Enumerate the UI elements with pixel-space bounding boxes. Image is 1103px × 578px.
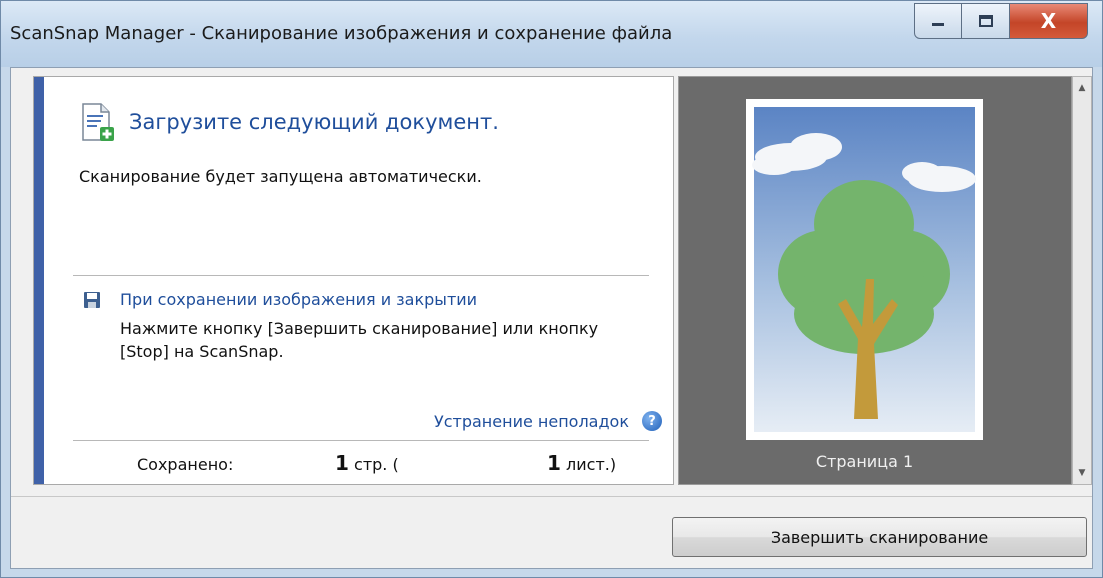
preview-scrollbar[interactable]: ▲ ▼ <box>1072 76 1092 485</box>
status-panel: Загрузите следующий документ. Сканирован… <box>33 76 674 485</box>
scansnap-window: ScanSnap Manager - Сканирование изображе… <box>0 0 1103 578</box>
minimize-button[interactable] <box>914 3 962 39</box>
page-number-label: Страница 1 <box>815 452 914 471</box>
status-message: Сканирование будет запущена автоматическ… <box>79 167 482 186</box>
save-close-heading: При сохранении изображения и закрытии <box>120 290 478 309</box>
maximize-button[interactable] <box>962 3 1010 39</box>
floppy-disk-icon <box>84 292 100 308</box>
window-title: ScanSnap Manager - Сканирование изображе… <box>10 23 673 44</box>
accent-bar <box>34 77 44 484</box>
close-button[interactable]: X <box>1010 3 1088 39</box>
button-bar-divider <box>11 496 1092 497</box>
help-icon[interactable]: ? <box>642 411 662 431</box>
title-bar[interactable]: ScanSnap Manager - Сканирование изображе… <box>1 1 1102 67</box>
troubleshooting-link[interactable]: Устранение неполадок <box>434 412 629 431</box>
sheets-unit: лист.) <box>566 455 617 474</box>
section-divider <box>73 275 649 276</box>
saved-sheets-count: 1 лист.) <box>547 451 616 475</box>
document-add-icon <box>82 103 114 141</box>
page-thumbnail[interactable] <box>746 99 983 440</box>
pages-unit: стр. ( <box>354 455 399 474</box>
summary-divider <box>73 440 649 441</box>
maximize-icon <box>978 15 993 27</box>
scanned-tree-image <box>752 107 976 432</box>
scroll-down-icon[interactable]: ▼ <box>1073 464 1091 482</box>
scroll-up-icon[interactable]: ▲ <box>1073 79 1091 97</box>
sheets-number: 1 <box>547 451 561 475</box>
caption-buttons: X <box>914 3 1088 39</box>
saved-label: Сохранено: <box>137 455 234 474</box>
page-preview-pane[interactable]: Страница 1 <box>678 76 1072 485</box>
save-close-instructions: Нажмите кнопку [Завершить сканирование] … <box>120 319 599 361</box>
dialog-client-area: Загрузите следующий документ. Сканирован… <box>10 67 1093 569</box>
pages-number: 1 <box>335 451 349 475</box>
status-heading: Загрузите следующий документ. <box>129 110 499 134</box>
minimize-icon <box>932 23 944 26</box>
saved-pages-count: 1 стр. ( <box>335 451 399 475</box>
close-icon: X <box>1040 9 1057 33</box>
finish-scanning-button[interactable]: Завершить сканирование <box>672 517 1087 557</box>
